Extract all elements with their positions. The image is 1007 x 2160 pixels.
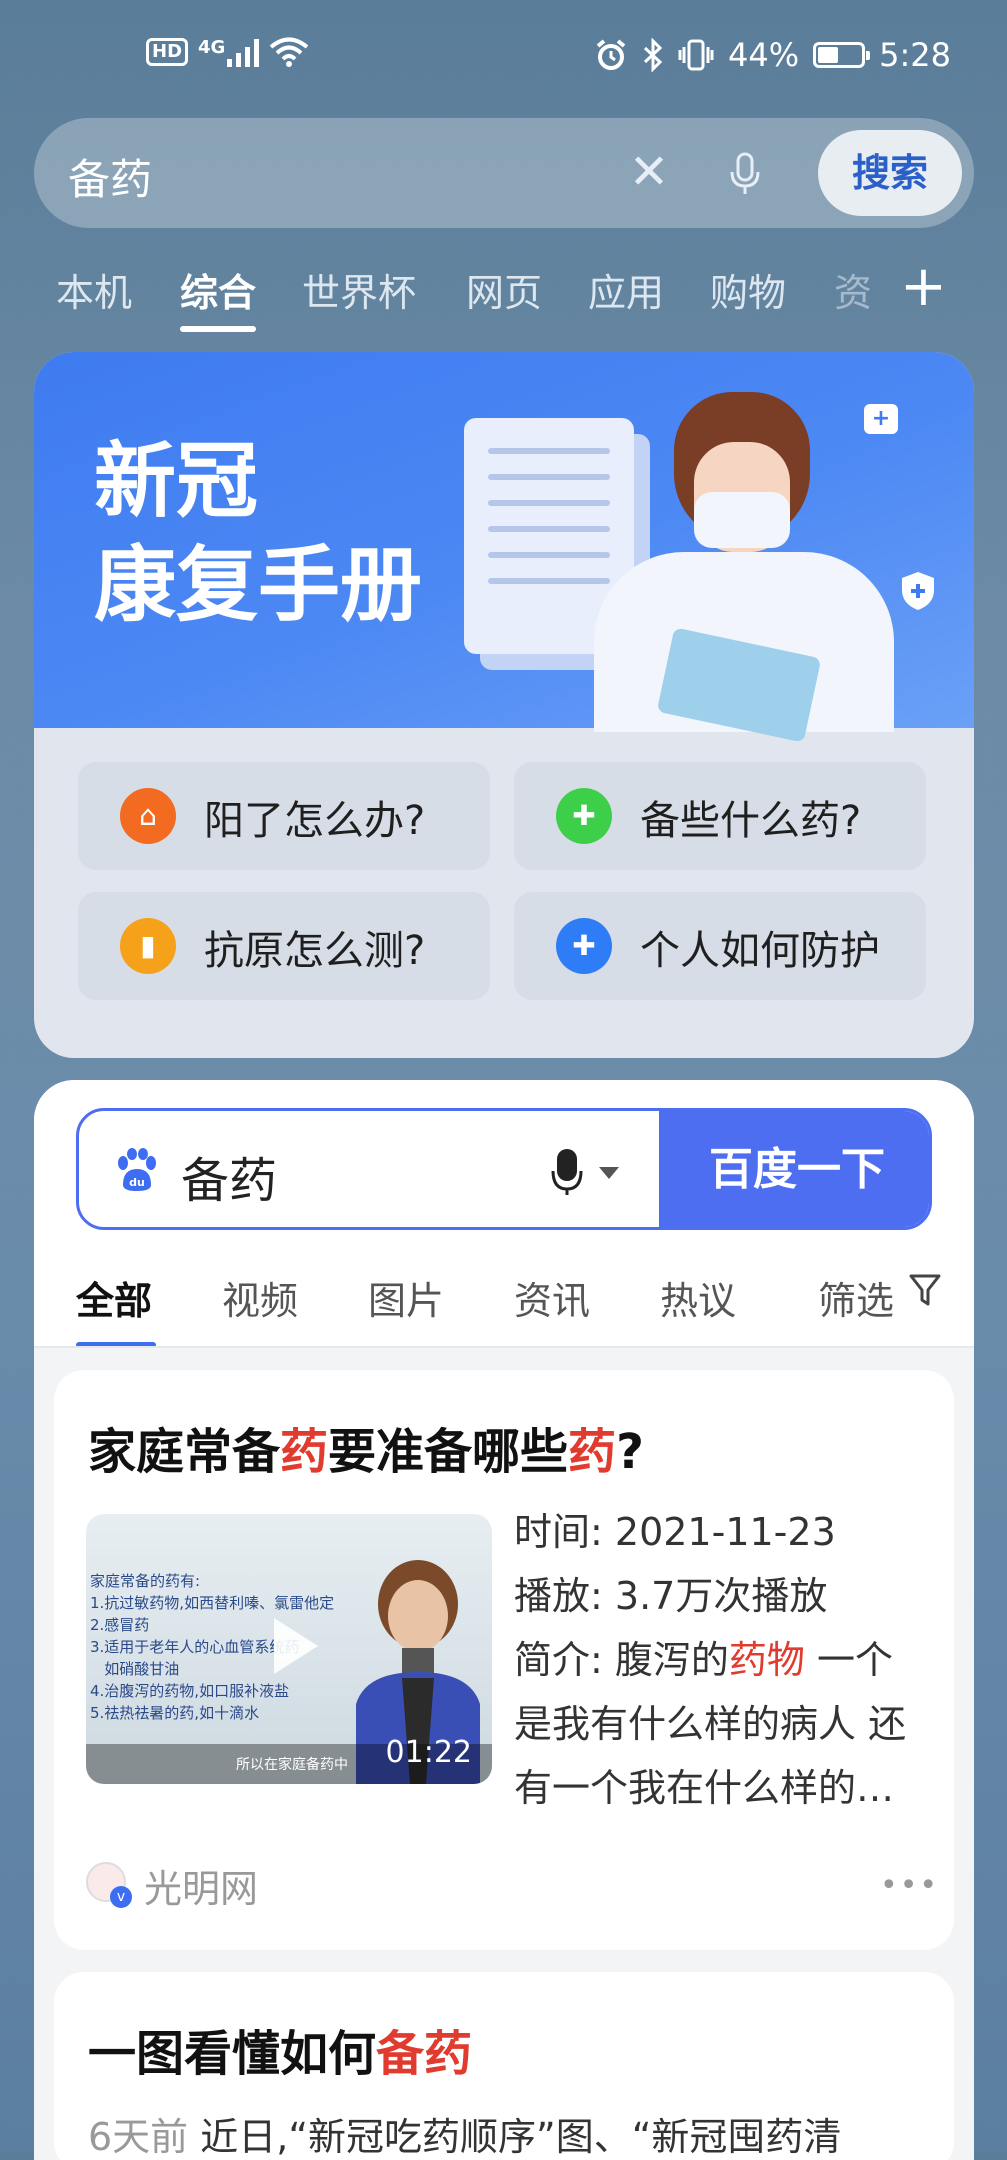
battery-percent: 44% [728,36,800,74]
verified-icon: v [110,1886,132,1908]
baidu-tab-all[interactable]: 全部 [76,1270,152,1325]
search-bar[interactable]: 备药 ✕ 搜索 [34,118,974,228]
status-bar: HD 4G 44% 5:28 [0,0,1007,118]
clock-time: 5:28 [879,36,951,74]
tab-news-partial[interactable]: 资 [834,262,872,317]
baidu-search-input[interactable]: 备药 [181,1141,277,1211]
clear-icon[interactable]: ✕ [624,148,674,198]
battery-icon [813,42,871,68]
video-thumbnail[interactable]: 家庭常备的药有: 1.抗过敏药物,如西替利嗪、氯雷他定 2.感冒药 3.适用于老… [86,1514,492,1784]
play-icon[interactable] [274,1618,318,1674]
question-positive-what-to-do[interactable]: ⌂ 阳了怎么办? [78,762,490,870]
meta-summary: 简介: 腹泻的药物 一个 [514,1638,894,1682]
baidu-header: du 备药 百度一下 全部 视频 图片 资讯 热议 筛选 [34,1080,974,1348]
question-personal-protection[interactable]: ✚ 个人如何防护 [514,892,926,1000]
baidu-tab-discussion[interactable]: 热议 [660,1270,736,1325]
covid-banner[interactable]: 新冠 康复手册 + [34,352,974,743]
divider [34,1346,974,1348]
microphone-icon[interactable] [720,148,770,198]
tab-general[interactable]: 综合 [180,262,256,317]
tab-web[interactable]: 网页 [466,262,542,317]
hd-icon: HD [146,38,189,66]
search-button[interactable]: 搜索 [818,130,962,216]
baidu-search-card: du 备药 百度一下 全部 视频 图片 资讯 热议 筛选 家庭常备药要准备哪些药… [34,1080,974,2160]
thumbnail-caption: 所以在家庭备药中 [236,1757,348,1773]
shield-plus-icon: ✚ [556,918,612,974]
add-tab-icon[interactable]: + [900,254,947,319]
svg-text:du: du [129,1176,145,1189]
tab-shopping[interactable]: 购物 [710,262,786,317]
4g-signal-icon: 4G [198,37,260,67]
face-mask-icon [694,492,790,548]
baidu-tab-images[interactable]: 图片 [368,1270,444,1325]
vibrate-icon [678,39,714,71]
result-title[interactable]: 家庭常备药要准备哪些药? [88,1412,644,1482]
search-tabs: 本机 综合 世界杯 网页 应用 购物 资 + [0,254,1007,332]
chevron-down-icon[interactable] [599,1167,619,1179]
status-left: HD 4G [146,36,309,68]
baidu-search-box[interactable]: du 备药 百度一下 [76,1108,932,1230]
baidu-tab-filter[interactable]: 筛选 [818,1270,894,1325]
more-icon[interactable]: ••• [880,1868,939,1903]
status-right: 44% 5:28 [594,36,951,74]
alarm-icon [596,39,626,70]
result-snippet: 6天前 近日,“新冠吃药顺序”图、“新冠囤药清 [88,2115,842,2159]
baidu-tab-news[interactable]: 资讯 [514,1270,590,1325]
tab-apps[interactable]: 应用 [588,262,664,317]
meta-time: 时间: 2021-11-23 [514,1510,836,1554]
question-what-medicine[interactable]: ✚ 备些什么药? [514,762,926,870]
baidu-tab-video[interactable]: 视频 [222,1270,298,1325]
result-card[interactable]: 一图看懂如何备药 6天前 近日,“新冠吃药顺序”图、“新冠囤药清 [54,1972,954,2160]
medkit-icon: ✚ [556,788,612,844]
video-meta: 时间: 2021-11-23 播放: 3.7万次播放 简介: 腹泻的药物 一个 … [514,1500,934,1820]
covid-recovery-card: 新冠 康复手册 + ⌂ 阳了怎么办? ✚ 备些什么药? ▮ 抗原怎么测? ✚ 个… [34,352,974,1058]
microphone-icon[interactable] [549,1147,585,1197]
bluetooth-icon [643,38,663,72]
question-antigen-test[interactable]: ▮ 抗原怎么测? [78,892,490,1000]
source-logo: v [86,1862,132,1908]
test-kit-icon: ▮ [120,918,176,974]
banner-title: 新冠 康复手册 [94,434,423,633]
wifi-icon [270,37,309,67]
filter-icon[interactable] [908,1272,942,1308]
result-title[interactable]: 一图看懂如何备药 [88,2014,472,2084]
search-input[interactable]: 备药 [68,146,152,207]
result-card[interactable]: 家庭常备药要准备哪些药? 家庭常备的药有: 1.抗过敏药物,如西替利嗪、氯雷他定… [54,1370,954,1950]
meta-plays: 播放: 3.7万次播放 [514,1574,828,1618]
baidu-search-button[interactable]: 百度一下 [659,1111,929,1227]
tab-local[interactable]: 本机 [56,262,132,317]
video-duration: 01:22 [385,1735,472,1770]
tab-world-cup[interactable]: 世界杯 [302,262,416,317]
medkit-icon: + [864,404,898,434]
baidu-paw-icon: du [118,1148,156,1191]
source-name[interactable]: 光明网 [144,1858,258,1913]
shield-icon [902,572,934,610]
active-tab-indicator [180,326,256,332]
house-icon: ⌂ [120,788,176,844]
